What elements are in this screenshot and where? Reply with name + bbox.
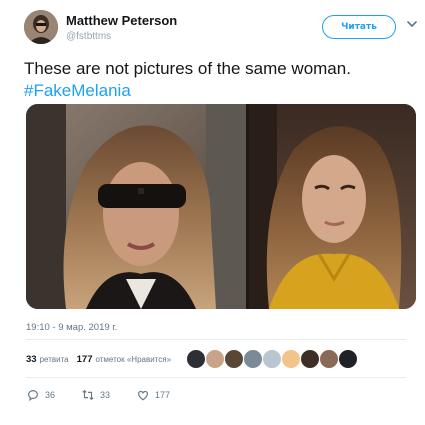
author-avatar[interactable] xyxy=(24,10,58,44)
engagement-stats: 33 ретвита 177 отметок «Нравится» xyxy=(26,345,406,373)
tweet-header: Matthew Peterson @fstbttms Читать xyxy=(24,10,417,46)
liker-avatar[interactable] xyxy=(186,349,207,369)
photo-woman-sunglasses xyxy=(26,104,246,309)
follow-button[interactable]: Читать xyxy=(322,15,396,39)
author-display-name[interactable]: Matthew Peterson xyxy=(66,13,177,28)
like-count: 177 xyxy=(155,390,171,400)
liker-avatar[interactable] xyxy=(205,349,226,369)
liker-avatar[interactable] xyxy=(262,349,283,369)
heart-icon xyxy=(138,390,149,401)
liker-avatar[interactable] xyxy=(243,349,264,369)
divider xyxy=(26,377,406,378)
reply-icon xyxy=(28,390,38,402)
liker-avatar[interactable] xyxy=(300,349,321,369)
avatar-image xyxy=(24,10,58,44)
photo-woman-yellow-dress xyxy=(249,104,416,309)
tweet-text: These are not pictures of the same woman… xyxy=(24,58,414,102)
liker-avatar[interactable] xyxy=(319,349,340,369)
photo-left[interactable] xyxy=(26,104,246,309)
tweet-media[interactable] xyxy=(26,104,416,309)
tweet-actions: 36 33 177 xyxy=(26,384,196,406)
retweet-icon xyxy=(82,390,94,400)
likes-count[interactable]: 177 xyxy=(77,354,93,365)
author-handle[interactable]: @fstbttms xyxy=(66,31,111,42)
reply-button[interactable]: 36 xyxy=(26,388,55,402)
tweet-body: These are not pictures of the same woman… xyxy=(24,59,351,78)
photo-right[interactable] xyxy=(249,104,416,309)
retweets-count[interactable]: 33 xyxy=(26,354,37,365)
liker-avatar[interactable] xyxy=(224,349,245,369)
chevron-down-icon[interactable] xyxy=(405,17,419,31)
divider xyxy=(26,339,406,340)
liker-avatars[interactable] xyxy=(186,349,359,369)
tweet-timestamp[interactable]: 19:10 - 9 мар. 2019 г. xyxy=(26,322,117,333)
likes-label[interactable]: отметок «Нравится» xyxy=(95,355,171,364)
liker-avatar[interactable] xyxy=(281,349,302,369)
liker-avatar[interactable] xyxy=(338,349,359,369)
retweet-count: 33 xyxy=(100,390,111,400)
hashtag-link[interactable]: #FakeMelania xyxy=(24,80,414,102)
retweets-label[interactable]: ретвита xyxy=(40,355,69,364)
like-button[interactable]: 177 xyxy=(136,388,170,402)
retweet-button[interactable]: 33 xyxy=(81,388,110,402)
reply-count: 36 xyxy=(45,390,56,400)
